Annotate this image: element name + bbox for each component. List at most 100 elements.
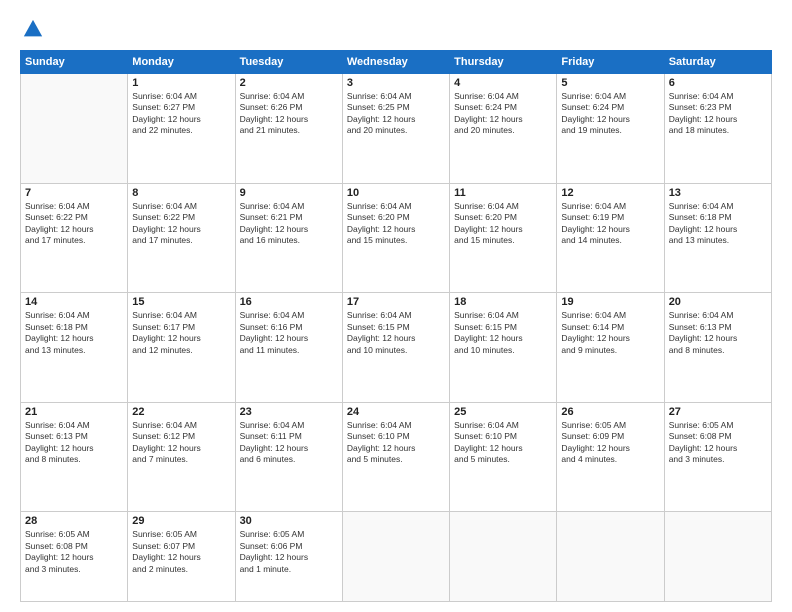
cell-info: Sunrise: 6:04 AM Sunset: 6:11 PM Dayligh… — [240, 420, 338, 466]
calendar-cell: 2 Sunrise: 6:04 AM Sunset: 6:26 PM Daylig… — [235, 74, 342, 184]
day-number: 28 — [25, 515, 123, 527]
cell-info: Sunrise: 6:04 AM Sunset: 6:27 PM Dayligh… — [132, 91, 230, 137]
calendar-cell: 23Sunrise: 6:04 AM Sunset: 6:11 PM Dayli… — [235, 402, 342, 512]
cell-info: Sunrise: 6:04 AM Sunset: 6:19 PM Dayligh… — [561, 201, 659, 247]
calendar-cell: 15 Sunrise: 6:04 AM Sunset: 6:17 PM Dayli… — [128, 293, 235, 403]
day-of-week-header: Sunday — [21, 51, 128, 74]
day-of-week-header: Wednesday — [342, 51, 449, 74]
day-of-week-header: Friday — [557, 51, 664, 74]
day-of-week-header: Tuesday — [235, 51, 342, 74]
calendar-cell: 30 Sunrise: 6:05 AM Sunset: 6:06 PM Dayli… — [235, 512, 342, 602]
day-number: 24 — [347, 406, 445, 418]
calendar-cell: 25 Sunrise: 6:04 AM Sunset: 6:10 PM Dayli… — [450, 402, 557, 512]
cell-info: Sunrise: 6:05 AM Sunset: 6:07 PM Dayligh… — [132, 529, 230, 575]
day-of-week-header: Saturday — [664, 51, 771, 74]
cell-info: Sunrise: 6:04 AM Sunset: 6:24 PM Dayligh… — [561, 91, 659, 137]
day-number: 14 — [25, 296, 123, 308]
header — [20, 18, 772, 40]
calendar-cell: 5 Sunrise: 6:04 AM Sunset: 6:24 PM Daylig… — [557, 74, 664, 184]
cell-info: Sunrise: 6:04 AM Sunset: 6:18 PM Dayligh… — [25, 310, 123, 356]
day-number: 8 — [132, 187, 230, 199]
cell-info: Sunrise: 6:05 AM Sunset: 6:08 PM Dayligh… — [669, 420, 767, 466]
day-number: 3 — [347, 77, 445, 89]
calendar-cell: 28 Sunrise: 6:05 AM Sunset: 6:08 PM Dayli… — [21, 512, 128, 602]
calendar-cell: 26Sunrise: 6:05 AM Sunset: 6:09 PM Dayli… — [557, 402, 664, 512]
calendar-cell: 21Sunrise: 6:04 AM Sunset: 6:13 PM Dayli… — [21, 402, 128, 512]
day-number: 6 — [669, 77, 767, 89]
day-number: 29 — [132, 515, 230, 527]
calendar-cell: 11Sunrise: 6:04 AM Sunset: 6:20 PM Dayli… — [450, 183, 557, 293]
calendar-week-row: 14 Sunrise: 6:04 AM Sunset: 6:18 PM Dayli… — [21, 293, 772, 403]
day-number: 7 — [25, 187, 123, 199]
calendar-cell: 6 Sunrise: 6:04 AM Sunset: 6:23 PM Daylig… — [664, 74, 771, 184]
day-number: 22 — [132, 406, 230, 418]
cell-info: Sunrise: 6:04 AM Sunset: 6:20 PM Dayligh… — [347, 201, 445, 247]
day-number: 18 — [454, 296, 552, 308]
calendar-cell: 10 Sunrise: 6:04 AM Sunset: 6:20 PM Dayli… — [342, 183, 449, 293]
cell-info: Sunrise: 6:04 AM Sunset: 6:10 PM Dayligh… — [454, 420, 552, 466]
calendar-cell: 4 Sunrise: 6:04 AM Sunset: 6:24 PM Daylig… — [450, 74, 557, 184]
day-number: 21 — [25, 406, 123, 418]
calendar-week-row: 28 Sunrise: 6:05 AM Sunset: 6:08 PM Dayli… — [21, 512, 772, 602]
calendar-week-row: 1 Sunrise: 6:04 AM Sunset: 6:27 PM Daylig… — [21, 74, 772, 184]
day-number: 25 — [454, 406, 552, 418]
cell-info: Sunrise: 6:04 AM Sunset: 6:21 PM Dayligh… — [240, 201, 338, 247]
page: SundayMondayTuesdayWednesdayThursdayFrid… — [0, 0, 792, 612]
calendar-week-row: 21Sunrise: 6:04 AM Sunset: 6:13 PM Dayli… — [21, 402, 772, 512]
cell-info: Sunrise: 6:04 AM Sunset: 6:24 PM Dayligh… — [454, 91, 552, 137]
day-of-week-header: Thursday — [450, 51, 557, 74]
day-number: 10 — [347, 187, 445, 199]
cell-info: Sunrise: 6:04 AM Sunset: 6:16 PM Dayligh… — [240, 310, 338, 356]
cell-info: Sunrise: 6:04 AM Sunset: 6:14 PM Dayligh… — [561, 310, 659, 356]
calendar-week-row: 7 Sunrise: 6:04 AM Sunset: 6:22 PM Daylig… — [21, 183, 772, 293]
calendar-cell: 7 Sunrise: 6:04 AM Sunset: 6:22 PM Daylig… — [21, 183, 128, 293]
day-number: 5 — [561, 77, 659, 89]
day-number: 4 — [454, 77, 552, 89]
day-number: 27 — [669, 406, 767, 418]
calendar-cell: 29 Sunrise: 6:05 AM Sunset: 6:07 PM Dayli… — [128, 512, 235, 602]
cell-info: Sunrise: 6:04 AM Sunset: 6:23 PM Dayligh… — [669, 91, 767, 137]
day-number: 26 — [561, 406, 659, 418]
calendar-cell: 20Sunrise: 6:04 AM Sunset: 6:13 PM Dayli… — [664, 293, 771, 403]
cell-info: Sunrise: 6:04 AM Sunset: 6:17 PM Dayligh… — [132, 310, 230, 356]
calendar-cell — [21, 74, 128, 184]
logo-icon — [22, 18, 44, 40]
calendar-table: SundayMondayTuesdayWednesdayThursdayFrid… — [20, 50, 772, 602]
calendar-cell: 1 Sunrise: 6:04 AM Sunset: 6:27 PM Daylig… — [128, 74, 235, 184]
calendar-cell: 19 Sunrise: 6:04 AM Sunset: 6:14 PM Dayli… — [557, 293, 664, 403]
day-of-week-header: Monday — [128, 51, 235, 74]
day-number: 1 — [132, 77, 230, 89]
calendar-cell: 3 Sunrise: 6:04 AM Sunset: 6:25 PM Daylig… — [342, 74, 449, 184]
day-number: 30 — [240, 515, 338, 527]
cell-info: Sunrise: 6:04 AM Sunset: 6:22 PM Dayligh… — [132, 201, 230, 247]
logo — [20, 18, 44, 40]
day-number: 17 — [347, 296, 445, 308]
cell-info: Sunrise: 6:04 AM Sunset: 6:22 PM Dayligh… — [25, 201, 123, 247]
calendar-cell — [342, 512, 449, 602]
cell-info: Sunrise: 6:04 AM Sunset: 6:18 PM Dayligh… — [669, 201, 767, 247]
day-number: 9 — [240, 187, 338, 199]
calendar-cell: 17Sunrise: 6:04 AM Sunset: 6:15 PM Dayli… — [342, 293, 449, 403]
calendar-cell — [557, 512, 664, 602]
cell-info: Sunrise: 6:04 AM Sunset: 6:25 PM Dayligh… — [347, 91, 445, 137]
calendar-cell: 9 Sunrise: 6:04 AM Sunset: 6:21 PM Daylig… — [235, 183, 342, 293]
calendar-cell: 18Sunrise: 6:04 AM Sunset: 6:15 PM Dayli… — [450, 293, 557, 403]
day-number: 15 — [132, 296, 230, 308]
cell-info: Sunrise: 6:05 AM Sunset: 6:08 PM Dayligh… — [25, 529, 123, 575]
cell-info: Sunrise: 6:05 AM Sunset: 6:06 PM Dayligh… — [240, 529, 338, 575]
day-number: 2 — [240, 77, 338, 89]
day-number: 16 — [240, 296, 338, 308]
cell-info: Sunrise: 6:04 AM Sunset: 6:10 PM Dayligh… — [347, 420, 445, 466]
calendar-cell: 16 Sunrise: 6:04 AM Sunset: 6:16 PM Dayli… — [235, 293, 342, 403]
calendar-header-row: SundayMondayTuesdayWednesdayThursdayFrid… — [21, 51, 772, 74]
cell-info: Sunrise: 6:04 AM Sunset: 6:20 PM Dayligh… — [454, 201, 552, 247]
cell-info: Sunrise: 6:04 AM Sunset: 6:12 PM Dayligh… — [132, 420, 230, 466]
day-number: 19 — [561, 296, 659, 308]
calendar-cell: 12 Sunrise: 6:04 AM Sunset: 6:19 PM Dayli… — [557, 183, 664, 293]
calendar-cell: 14 Sunrise: 6:04 AM Sunset: 6:18 PM Dayli… — [21, 293, 128, 403]
day-number: 12 — [561, 187, 659, 199]
calendar-cell: 13Sunrise: 6:04 AM Sunset: 6:18 PM Dayli… — [664, 183, 771, 293]
calendar-cell: 8 Sunrise: 6:04 AM Sunset: 6:22 PM Daylig… — [128, 183, 235, 293]
calendar-cell — [450, 512, 557, 602]
cell-info: Sunrise: 6:04 AM Sunset: 6:26 PM Dayligh… — [240, 91, 338, 137]
